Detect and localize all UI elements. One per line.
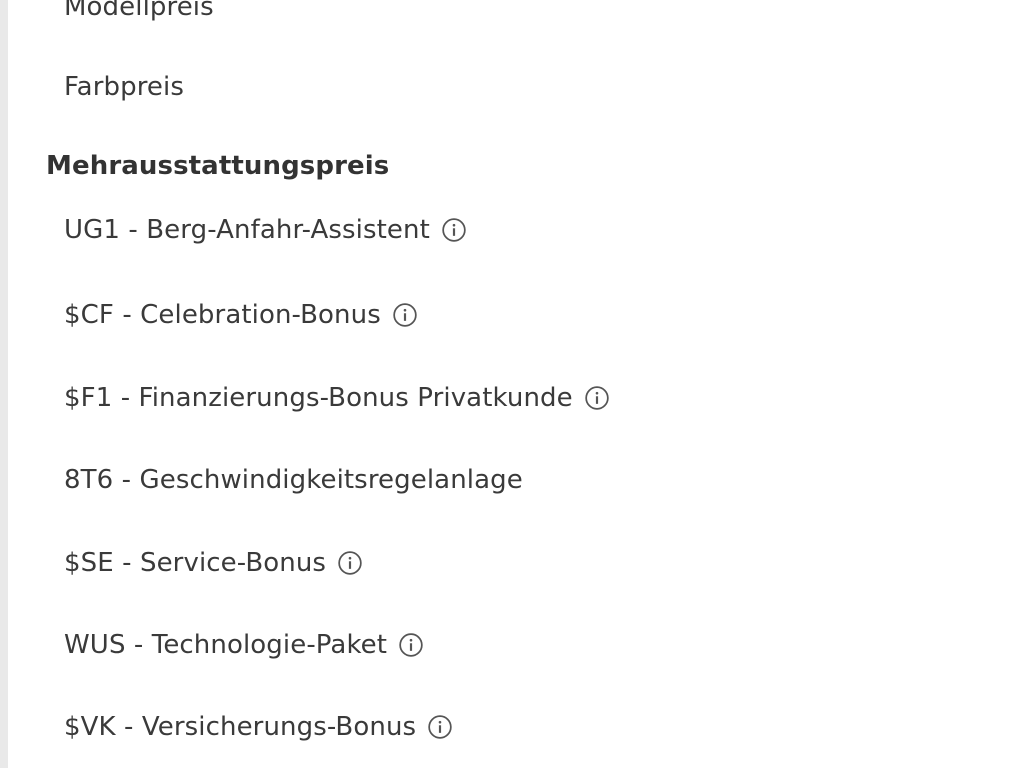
section-heading-extras: Mehrausstattungspreis (46, 149, 389, 183)
extra-item-ug1: UG1 - Berg-Anfahr-Assistent (64, 213, 468, 247)
extra-item-label: UG1 - Berg-Anfahr-Assistent (64, 215, 430, 245)
base-price-row-model: Modellpreis (64, 0, 214, 24)
info-circle-icon[interactable] (426, 713, 454, 741)
base-price-label: Farbpreis (64, 72, 184, 102)
price-breakdown-panel: Modellpreis Farbpreis Mehrausstattungspr… (0, 0, 1024, 768)
extra-item-cf: $CF - Celebration-Bonus (64, 298, 419, 332)
extra-item-vk: $VK - Versicherungs-Bonus (64, 710, 454, 744)
extra-item-8t6: 8T6 - Geschwindigkeitsregelanlage (64, 463, 523, 497)
info-circle-icon[interactable] (397, 631, 425, 659)
section-heading-label: Mehrausstattungspreis (46, 151, 390, 181)
info-circle-icon[interactable] (583, 384, 611, 412)
extra-item-wus: WUS - Technologie-Paket (64, 628, 425, 662)
extra-item-f1: $F1 - Finanzierungs-Bonus Privatkunde (64, 381, 611, 415)
base-price-row-color: Farbpreis (64, 70, 184, 104)
info-circle-icon[interactable] (336, 549, 364, 577)
base-price-label: Modellpreis (64, 0, 214, 22)
info-circle-icon[interactable] (440, 216, 468, 244)
extra-item-label: $SE - Service-Bonus (64, 548, 327, 578)
extra-item-label: WUS - Technologie-Paket (64, 630, 388, 660)
extra-item-label: $CF - Celebration-Bonus (64, 300, 381, 330)
extra-item-se: $SE - Service-Bonus (64, 546, 364, 580)
extra-item-label: 8T6 - Geschwindigkeitsregelanlage (64, 465, 523, 495)
panel-left-border (0, 0, 8, 768)
extra-item-label: $F1 - Finanzierungs-Bonus Privatkunde (64, 383, 573, 413)
extra-item-label: $VK - Versicherungs-Bonus (64, 712, 417, 742)
info-circle-icon[interactable] (391, 301, 419, 329)
